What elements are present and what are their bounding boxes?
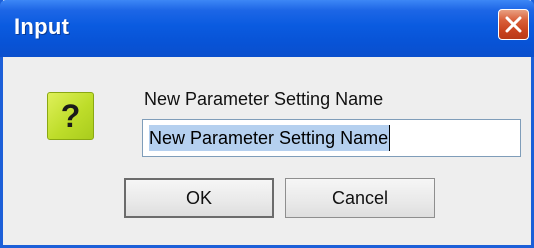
question-icon: ?	[47, 92, 94, 140]
window-title: Input	[14, 14, 70, 39]
parameter-name-input[interactable]: New Parameter Setting Name	[142, 119, 521, 157]
input-selected-text: New Parameter Setting Name	[149, 125, 391, 151]
prompt-label: New Parameter Setting Name	[144, 89, 384, 109]
close-icon	[505, 16, 522, 33]
input-dialog: Input ? New Parameter Setting Name New P…	[0, 0, 534, 248]
question-glyph: ?	[60, 98, 81, 134]
title-bar[interactable]: Input	[0, 0, 534, 57]
ok-button[interactable]: OK	[124, 178, 274, 218]
cancel-button[interactable]: Cancel	[285, 178, 435, 218]
close-button[interactable]	[498, 9, 529, 40]
